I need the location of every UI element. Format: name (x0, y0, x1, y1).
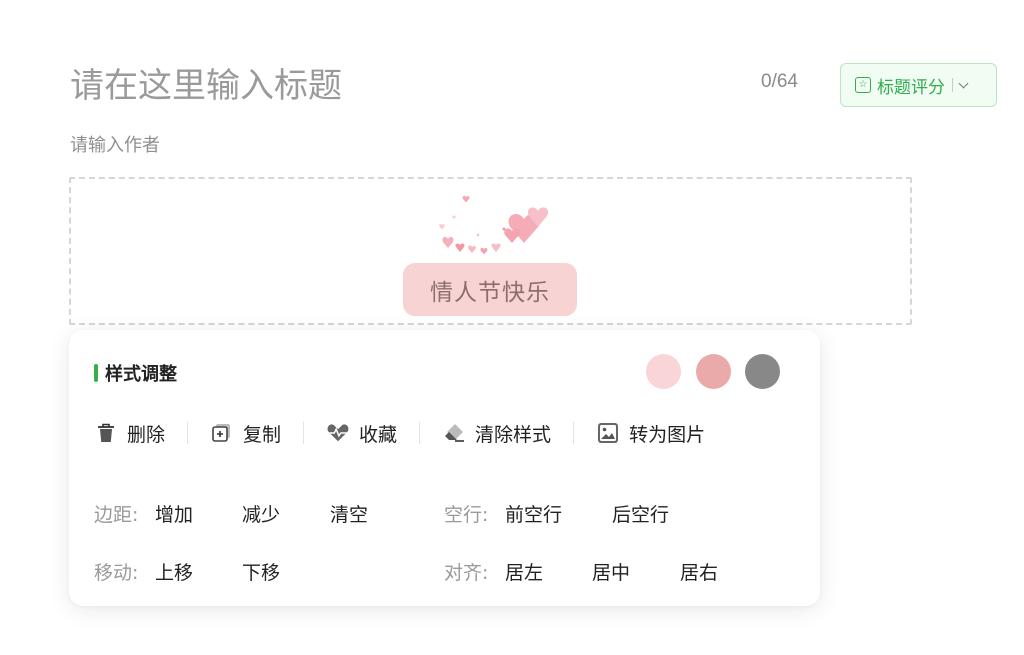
color-swatch-light-pink[interactable] (646, 354, 681, 389)
image-icon (596, 421, 620, 445)
color-swatch-gray[interactable] (745, 354, 780, 389)
move-label: 移动: (94, 562, 139, 584)
move-down-button[interactable]: 下移 (242, 558, 280, 585)
blank-before-button[interactable]: 前空行 (505, 500, 562, 527)
blank-after-button[interactable]: 后空行 (612, 500, 669, 527)
copy-icon (210, 421, 234, 445)
panel-toolbar: 删除 复制 收藏 清除样式 转为图片 (94, 418, 705, 448)
delete-label: 删除 (127, 423, 166, 446)
margin-blank-options-row: 边距: 增加 减少 清空 空行: 前空行 后空行 (94, 500, 794, 530)
margin-clear-button[interactable]: 清空 (330, 500, 368, 527)
heart-pulse-icon (326, 421, 350, 445)
align-left-button[interactable]: 居左 (505, 558, 543, 585)
toolbar-divider (303, 422, 305, 444)
margin-add-button[interactable]: 增加 (155, 500, 193, 527)
toolbar-divider (573, 422, 575, 444)
chevron-down-icon[interactable] (958, 78, 969, 88)
favorite-button[interactable]: 收藏 (326, 420, 397, 447)
author-input[interactable] (70, 131, 470, 159)
panel-title: 样式调整 (94, 360, 177, 386)
align-center-button[interactable]: 居中 (592, 558, 630, 585)
move-up-button[interactable]: 上移 (155, 558, 193, 585)
star-icon: ☆ (855, 77, 871, 93)
move-align-options-row: 移动: 上移 下移 对齐: 居左 居中 居右 (94, 558, 794, 588)
style-adjust-panel: 样式调整 删除 复制 收藏 清除样式 转为图片 边距: 增加 减少 清空 空行:… (69, 330, 820, 606)
copy-label: 复制 (243, 423, 282, 446)
toolbar-divider (187, 422, 189, 444)
title-score-button[interactable]: ☆ 标题评分 (840, 63, 997, 107)
title-score-label: 标题评分 (877, 77, 945, 98)
title-accent-bar (94, 364, 98, 382)
margin-reduce-button[interactable]: 减少 (242, 500, 280, 527)
align-right-button[interactable]: 居右 (680, 558, 718, 585)
delete-button[interactable]: 删除 (94, 420, 165, 447)
color-swatch-rose[interactable] (696, 354, 731, 389)
hearts-decoration-image (439, 195, 549, 255)
blank-line-label: 空行: (444, 504, 489, 526)
convert-to-image-label: 转为图片 (629, 423, 706, 446)
clear-style-label: 清除样式 (475, 423, 552, 446)
copy-button[interactable]: 复制 (210, 420, 281, 447)
eraser-icon (442, 421, 466, 445)
toolbar-divider (419, 422, 421, 444)
panel-title-label: 样式调整 (105, 364, 177, 385)
margin-label: 边距: (94, 504, 139, 526)
favorite-label: 收藏 (359, 423, 398, 446)
button-divider (952, 78, 953, 92)
valentine-text-badge: 情人节快乐 (403, 263, 577, 316)
clear-style-button[interactable]: 清除样式 (442, 420, 551, 447)
title-char-counter: 0/64 (761, 71, 798, 92)
align-label: 对齐: (444, 562, 489, 584)
trash-icon (94, 421, 118, 445)
title-input[interactable] (70, 60, 730, 112)
convert-to-image-button[interactable]: 转为图片 (596, 420, 705, 447)
